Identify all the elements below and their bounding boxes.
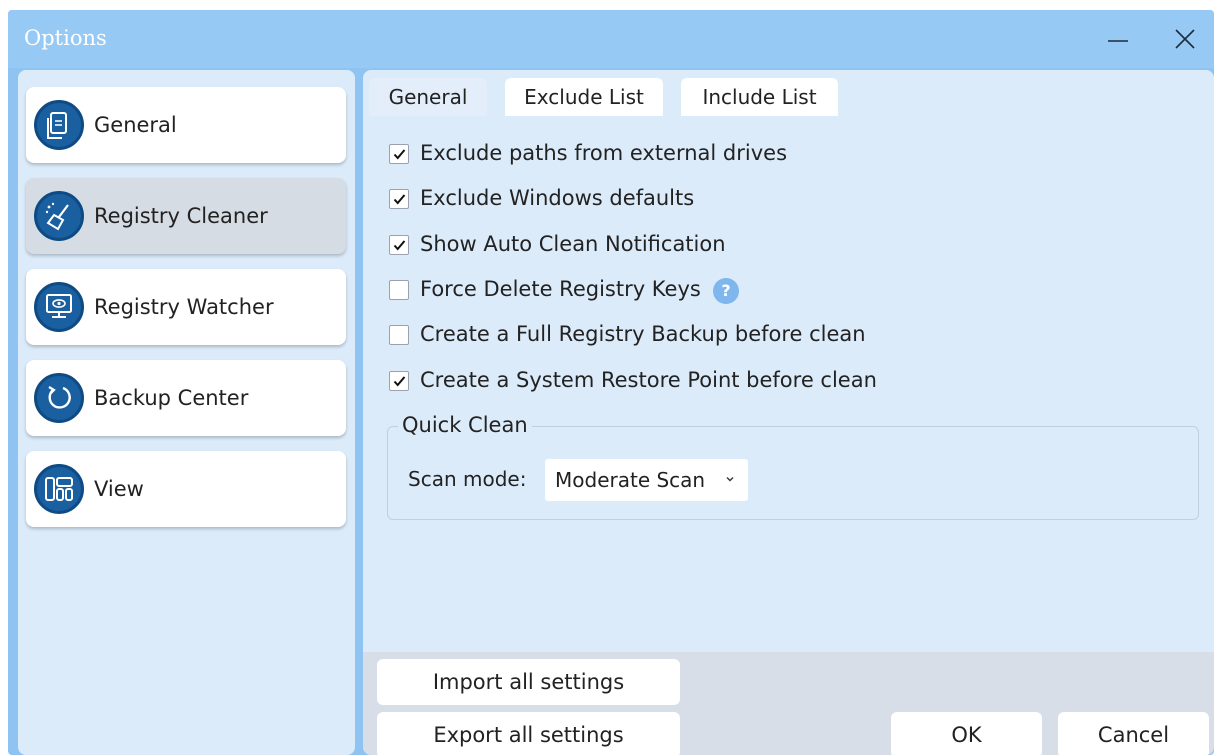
import-settings-button[interactable]: Import all settings (377, 659, 680, 705)
checkbox[interactable] (389, 189, 409, 209)
sidebar-item-label: View (94, 477, 144, 501)
checkmark-icon (393, 376, 406, 387)
export-settings-button[interactable]: Export all settings (377, 712, 680, 755)
document-icon (34, 100, 84, 150)
footer-bar: Import all settings Export all settings … (363, 652, 1214, 755)
checkmark-icon (393, 149, 406, 160)
question-icon[interactable]: ? (713, 278, 739, 304)
close-icon (1175, 29, 1195, 49)
sidebar-item-backup-center[interactable]: Backup Center (26, 360, 346, 436)
checkbox[interactable] (389, 325, 409, 345)
scan-mode-dropdown[interactable]: Moderate Scan (545, 459, 748, 501)
sidebar-item-label: General (94, 113, 177, 137)
group-title: Quick Clean (398, 413, 532, 437)
quick-clean-group: Quick Clean Scan mode: Moderate Scan (387, 413, 1199, 520)
checkbox[interactable] (389, 235, 409, 255)
option-label: Exclude paths from external drives (420, 141, 788, 165)
chevron-down-icon (726, 477, 734, 482)
option-label: Show Auto Clean Notification (420, 232, 726, 256)
checkbox[interactable] (389, 144, 409, 164)
sidebar-item-registry-cleaner[interactable]: Registry Cleaner (26, 178, 346, 254)
checkbox[interactable] (389, 371, 409, 391)
restore-icon (34, 373, 84, 423)
checkmark-icon (393, 194, 406, 205)
scan-mode-label: Scan mode: (408, 467, 527, 491)
options-window: Options General Registry Cleaner Registr… (8, 10, 1214, 755)
checkbox[interactable] (389, 280, 409, 300)
option-label: Force Delete Registry Keys (420, 277, 701, 301)
broom-icon (34, 191, 84, 241)
minimize-icon (1108, 40, 1128, 42)
layout-icon (34, 464, 84, 514)
close-button[interactable] (1168, 22, 1202, 56)
option-label: Create a System Restore Point before cle… (420, 368, 877, 392)
sidebar-item-general[interactable]: General (26, 87, 346, 163)
sidebar-item-label: Registry Cleaner (94, 204, 268, 228)
window-title: Options (24, 26, 107, 50)
title-bar[interactable]: Options (8, 10, 1214, 68)
monitor-eye-icon (34, 282, 84, 332)
cancel-button[interactable]: Cancel (1058, 712, 1209, 755)
sidebar-item-registry-watcher[interactable]: Registry Watcher (26, 269, 346, 345)
tab-general[interactable]: General (369, 78, 487, 116)
ok-button[interactable]: OK (891, 712, 1042, 755)
sidebar-item-label: Backup Center (94, 386, 249, 410)
scan-mode-value: Moderate Scan (555, 468, 706, 492)
tab-include-list[interactable]: Include List (681, 78, 838, 116)
tab-exclude-list[interactable]: Exclude List (505, 78, 663, 116)
minimize-button[interactable] (1101, 22, 1135, 56)
settings-panel: General Exclude List Include List Exclud… (363, 70, 1214, 755)
checkmark-icon (393, 240, 406, 251)
option-label: Exclude Windows defaults (420, 186, 695, 210)
sidebar-item-label: Registry Watcher (94, 295, 274, 319)
option-label: Create a Full Registry Backup before cle… (420, 322, 866, 346)
option-force-delete-registry-keys[interactable]: Force Delete Registry Keys ? (389, 277, 749, 304)
sidebar-item-view[interactable]: View (26, 451, 346, 527)
sidebar: General Registry Cleaner Registry Watche… (18, 70, 355, 755)
